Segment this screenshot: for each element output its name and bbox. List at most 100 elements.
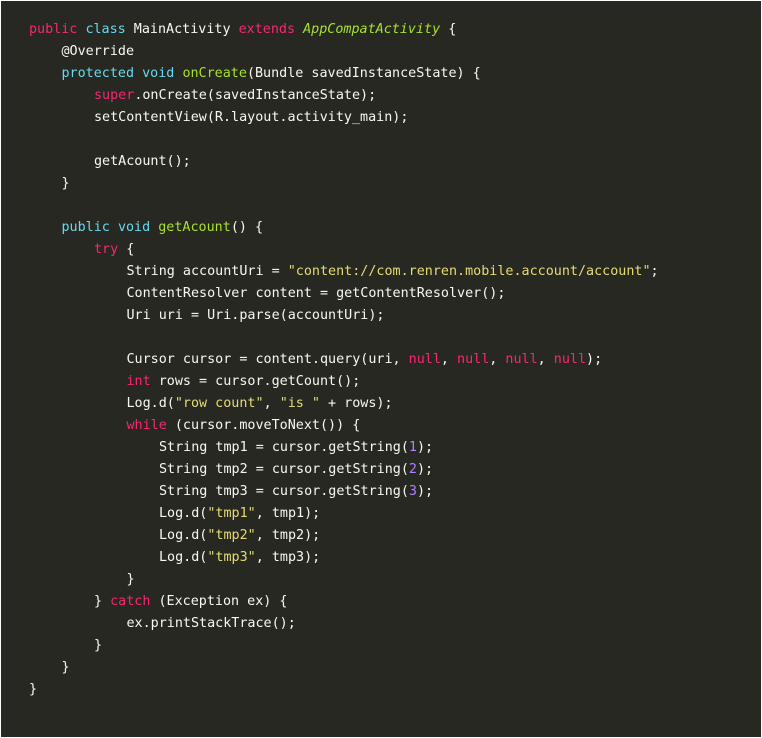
token-keyword: null: [457, 352, 490, 367]
token-keyword: super: [94, 88, 135, 103]
token-text: );: [416, 440, 434, 455]
token-text: }: [126, 572, 135, 587]
code-line-8: }: [29, 173, 659, 195]
token-function: onCreate: [182, 66, 247, 81]
token-text: String tmp2 = cursor.getString(: [159, 462, 409, 477]
code-line-28: ex.printStackTrace();: [29, 613, 659, 635]
token-string: "tmp3": [207, 550, 256, 565]
token-text: (cursor.moveToNext()) {: [166, 418, 361, 433]
token-text: getAcount();: [94, 154, 191, 169]
token-text: , tmp2);: [255, 528, 321, 543]
token-text: String accountUri =: [126, 264, 288, 279]
code-line-12: String accountUri = "content://com.renre…: [29, 261, 659, 283]
token-text: , tmp3);: [255, 550, 321, 565]
code-block: public class MainActivity extends AppCom…: [1, 1, 761, 737]
token-text: );: [416, 462, 434, 477]
code-line-13: ContentResolver content = getContentReso…: [29, 283, 659, 305]
token-text: Log.d(: [159, 550, 208, 565]
token-text: Log.d(: [126, 396, 175, 411]
token-text: .onCreate(savedInstanceState);: [134, 88, 377, 103]
code-line-26: }: [29, 569, 659, 591]
token-string: "content://com.renren.mobile.account/acc…: [287, 264, 651, 279]
token-text: String tmp1 = cursor.getString(: [159, 440, 409, 455]
token-keyword: public: [29, 22, 78, 37]
token-text: ContentResolver content = getContentReso…: [126, 286, 506, 301]
token-keyword: public: [61, 220, 110, 235]
code-line-24: Log.d("tmp2", tmp2);: [29, 525, 659, 547]
token-text: ,: [537, 352, 554, 367]
token-keyword: void: [142, 66, 175, 81]
token-text: }: [61, 176, 70, 191]
code-line-23: Log.d("tmp1", tmp1);: [29, 503, 659, 525]
token-keyword: extends: [238, 22, 296, 37]
code-line-21: String tmp2 = cursor.getString(2);: [29, 459, 659, 481]
token-keyword: int: [126, 374, 151, 389]
token-function: getAcount: [158, 220, 231, 235]
token-keyword: null: [553, 352, 587, 367]
token-text: + rows);: [320, 396, 393, 411]
token-text: Log.d(: [159, 528, 208, 543]
code-line-11: try {: [29, 239, 659, 261]
token-text: MainActivity: [125, 22, 239, 37]
token-keyword: try: [94, 242, 119, 257]
code-line-16: Cursor cursor = content.query(uri, null,…: [29, 349, 659, 371]
token-keyword: null: [408, 352, 441, 367]
token-text: rows = cursor.getCount();: [150, 374, 361, 389]
token-keyword: while: [126, 418, 167, 433]
code-line-4: super.onCreate(savedInstanceState);: [29, 85, 659, 107]
token-string: "is ": [279, 396, 320, 411]
token-text: );: [416, 484, 434, 499]
code-line-3: protected void onCreate(Bundle savedInst…: [29, 63, 659, 85]
token-keyword: catch: [110, 594, 151, 609]
code-line-18: Log.d("row count", "is " + rows);: [29, 393, 659, 415]
token-string: "tmp2": [207, 528, 256, 543]
token-text: }: [29, 682, 38, 697]
token-text: String tmp3 = cursor.getString(: [159, 484, 409, 499]
token-keyword: null: [505, 352, 538, 367]
token-number: 2: [408, 462, 417, 477]
code-line-20: String tmp1 = cursor.getString(1);: [29, 437, 659, 459]
token-text: }: [94, 638, 103, 653]
code-line-1: public class MainActivity extends AppCom…: [29, 19, 659, 41]
token-type: AppCompatActivity: [303, 22, 441, 37]
code-line-14: Uri uri = Uri.parse(accountUri);: [29, 305, 659, 327]
token-keyword: void: [117, 220, 151, 235]
code-line-10: public void getAcount() {: [29, 217, 659, 239]
token-text: , tmp1);: [255, 506, 321, 521]
token-text: (Exception ex) {: [150, 594, 288, 609]
token-text: ex.printStackTrace();: [126, 616, 296, 631]
token-text: (Bundle savedInstanceState) {: [246, 66, 481, 81]
token-number: 3: [408, 484, 417, 499]
token-text: }: [61, 660, 70, 675]
token-text: ,: [440, 352, 458, 367]
token-text: () {: [230, 220, 264, 235]
code-line-29: }: [29, 635, 659, 657]
java-source: public class MainActivity extends AppCom…: [29, 19, 659, 701]
token-text: {: [118, 242, 135, 257]
code-line-27: } catch (Exception ex) {: [29, 591, 659, 613]
token-keyword: protected: [61, 66, 135, 81]
code-line-25: Log.d("tmp3", tmp3);: [29, 547, 659, 569]
token-text: );: [586, 352, 603, 367]
token-text: ,: [489, 352, 506, 367]
token-string: "row count": [174, 396, 264, 411]
token-text: }: [94, 594, 111, 609]
token-string: "tmp1": [207, 506, 256, 521]
code-line-31: }: [29, 679, 659, 701]
token-keyword: class: [85, 22, 126, 37]
code-line-19: while (cursor.moveToNext()) {: [29, 415, 659, 437]
code-line-30: }: [29, 657, 659, 679]
token-text: Cursor cursor = content.query(uri,: [126, 352, 409, 367]
code-line-17: int rows = cursor.getCount();: [29, 371, 659, 393]
token-text: ;: [650, 264, 659, 279]
token-number: 1: [408, 440, 417, 455]
token-text: {: [440, 22, 457, 37]
code-line-2: @Override: [29, 41, 659, 63]
token-annotation: @Override: [61, 44, 135, 59]
